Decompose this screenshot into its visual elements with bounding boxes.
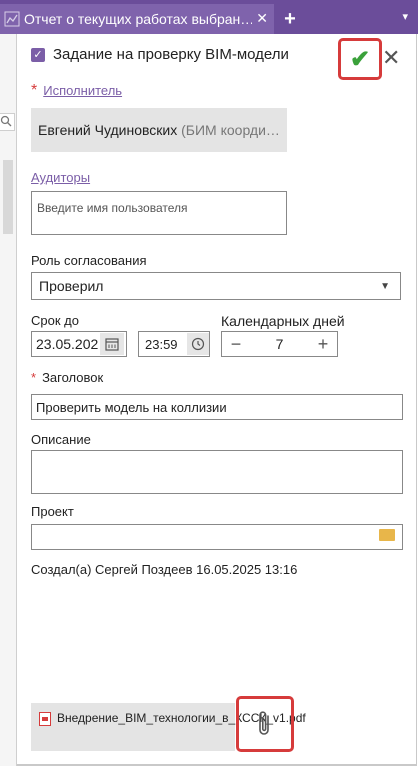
tab-menu-chevron-icon[interactable]: ▾	[402, 10, 408, 23]
title-input[interactable]: Проверить модель на коллизии	[31, 394, 403, 420]
executor-role: (БИМ коорди…	[181, 122, 280, 138]
created-info: Создал(а) Сергей Поздеев 16.05.2025 13:1…	[31, 562, 298, 577]
add-tab-button[interactable]: +	[278, 4, 302, 34]
pdf-icon	[39, 712, 51, 726]
required-marker: *	[31, 370, 37, 385]
background-scrollbar[interactable]	[3, 160, 13, 234]
description-label: Описание	[31, 432, 91, 447]
chart-icon	[4, 11, 20, 27]
project-label: Проект	[31, 504, 74, 519]
days-value[interactable]: 7	[250, 336, 309, 352]
tab-report[interactable]: Отчет о текущих работах выбран… ✕	[0, 4, 274, 34]
background-window-strip	[0, 34, 17, 766]
search-icon[interactable]	[0, 113, 15, 131]
attachment-name: Внедрение_BIM_технологии_в_КССК_v1.pdf	[57, 711, 306, 725]
required-marker: *	[31, 82, 38, 99]
task-checkbox[interactable]: ✓	[31, 47, 45, 62]
role-label: Роль согласования	[31, 253, 147, 268]
executor-label[interactable]: * Исполнитель	[31, 82, 122, 100]
project-input[interactable]	[31, 524, 403, 550]
executor-name: Евгений Чудиновских	[38, 122, 178, 138]
increment-button[interactable]: +	[309, 334, 337, 355]
role-select[interactable]: Проверил ▼	[31, 272, 401, 300]
decrement-button[interactable]: −	[222, 334, 250, 355]
executor-field[interactable]: Евгений Чудиновских (БИМ коорди…	[31, 108, 287, 152]
close-icon[interactable]: ✕	[382, 45, 400, 71]
title-label: * Заголовок	[31, 370, 104, 385]
role-value: Проверил	[39, 278, 104, 294]
checkmark-icon: ✔	[349, 45, 371, 73]
calendar-icon[interactable]	[100, 333, 124, 355]
days-stepper: − 7 +	[221, 331, 338, 357]
due-label: Срок до	[31, 313, 79, 328]
description-input[interactable]	[31, 450, 403, 494]
auditors-label[interactable]: Аудиторы	[31, 170, 90, 185]
attach-button[interactable]	[236, 696, 294, 752]
days-label: Календарных дней	[221, 313, 345, 329]
folder-icon[interactable]	[379, 529, 395, 541]
clock-icon[interactable]	[187, 333, 209, 355]
task-title: Задание на проверку BIM-модели	[53, 46, 289, 63]
attachment-item[interactable]: Внедрение_BIM_технологии_в_КССК_v1.pdf	[31, 703, 306, 751]
task-header: ✓ Задание на проверку BIM-модели	[31, 46, 289, 63]
auditors-input[interactable]: Введите имя пользователя	[31, 191, 287, 235]
tab-close-icon[interactable]: ✕	[256, 10, 268, 27]
chevron-down-icon: ▼	[380, 281, 390, 292]
paperclip-icon	[259, 711, 269, 735]
tab-title: Отчет о текущих работах выбран…	[24, 11, 252, 27]
confirm-button[interactable]: ✔	[338, 38, 382, 80]
tab-bar: Отчет о текущих работах выбран… ✕ + ▾	[0, 0, 418, 34]
